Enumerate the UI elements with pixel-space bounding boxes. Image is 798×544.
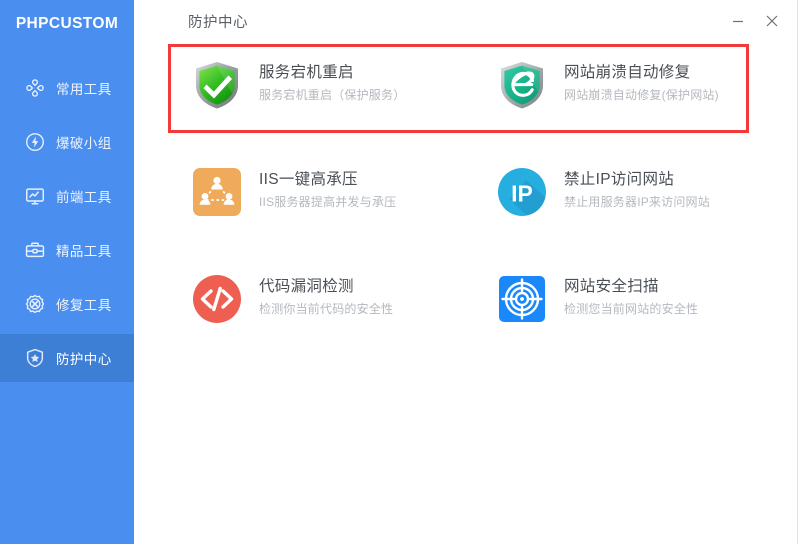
- tool-title: 禁止IP访问网站: [564, 171, 675, 188]
- tool-title: IIS一键高承压: [259, 171, 358, 188]
- tool-subtitle: 网站崩溃自动修复(保护网站): [564, 88, 719, 102]
- tool-tile-website-security-scan[interactable]: 网站安全扫描 检测您当前网站的安全性: [496, 269, 797, 376]
- sidebar-item-label: 精品工具: [56, 244, 112, 259]
- app-brand-logo: PHPCUSTOM: [15, 15, 119, 32]
- close-icon: [764, 13, 780, 29]
- sidebar-item-label: 前端工具: [56, 190, 112, 205]
- main-panel: 防护中心 服务宕机重启 服务宕机重启（保护服务） 网站崩溃自动修复 网站崩溃自动…: [134, 0, 797, 544]
- orange-users-network-icon: [191, 166, 243, 218]
- tools-grid-area: 服务宕机重启 服务宕机重启（保护服务） 网站崩溃自动修复 网站崩溃自动修复(保护…: [134, 42, 797, 376]
- sidebar-item-label: 修复工具: [56, 298, 112, 313]
- sidebar-item-premium-tools[interactable]: 精品工具: [0, 226, 134, 274]
- gear-repair-icon: [24, 293, 46, 315]
- tool-tile-text: 网站崩溃自动修复 网站崩溃自动修复(保护网站): [564, 59, 719, 104]
- tool-tile-text: 禁止IP访问网站 禁止用服务器IP来访问网站: [564, 166, 710, 211]
- tool-subtitle: 禁止用服务器IP来访问网站: [564, 195, 710, 209]
- shield-star-icon: [24, 347, 46, 369]
- tool-subtitle: 检测你当前代码的安全性: [259, 302, 394, 316]
- sidebar-item-label: 常用工具: [56, 82, 112, 97]
- teal-shield-ie-icon: [496, 59, 548, 111]
- sidebar-item-frontend-tools[interactable]: 前端工具: [0, 172, 134, 220]
- monitor-chart-icon: [24, 185, 46, 207]
- tool-title: 网站安全扫描: [564, 278, 659, 295]
- red-code-circle-icon: [191, 273, 243, 325]
- sidebar-item-protection-center[interactable]: 防护中心: [0, 334, 134, 382]
- tool-tile-text: IIS一键高承压 IIS服务器提高并发与承压: [259, 166, 396, 211]
- puzzle-tools-icon: [24, 77, 46, 99]
- close-button[interactable]: [757, 6, 787, 36]
- tool-tile-text: 网站安全扫描 检测您当前网站的安全性: [564, 273, 698, 318]
- tool-tile-text: 代码漏洞检测 检测你当前代码的安全性: [259, 273, 393, 318]
- sidebar-item-label: 防护中心: [56, 352, 112, 367]
- tool-tile-site-crash-autofix[interactable]: 网站崩溃自动修复 网站崩溃自动修复(保护网站): [496, 55, 797, 162]
- sidebar: PHPCUSTOM 常用工具 爆破小组 前端工具 精品工具 修复工具 防护中心: [0, 0, 134, 544]
- tool-title: 网站崩溃自动修复: [564, 64, 691, 81]
- tool-title: 服务宕机重启: [259, 64, 354, 81]
- tool-subtitle: 服务宕机重启（保护服务）: [259, 88, 406, 102]
- tool-tile-block-ip-access[interactable]: IP 禁止IP访问网站 禁止用服务器IP来访问网站: [496, 162, 797, 269]
- lightning-bolt-icon: [24, 131, 46, 153]
- tool-tile-service-restart[interactable]: 服务宕机重启 服务宕机重启（保护服务）: [191, 55, 496, 162]
- tool-tile-text: 服务宕机重启 服务宕机重启（保护服务）: [259, 59, 405, 104]
- sidebar-item-repair-tools[interactable]: 修复工具: [0, 280, 134, 328]
- blue-radar-target-icon: [496, 273, 548, 325]
- blue-ip-circle-icon: IP: [496, 166, 548, 218]
- svg-text:IP: IP: [511, 181, 533, 207]
- window-controls: [723, 0, 787, 42]
- application-window: PHPCUSTOM 常用工具 爆破小组 前端工具 精品工具 修复工具 防护中心 …: [0, 0, 798, 544]
- sidebar-item-common-tools[interactable]: 常用工具: [0, 64, 134, 112]
- titlebar: 防护中心: [134, 0, 797, 42]
- page-title: 防护中心: [188, 14, 248, 31]
- tool-tile-iis-high-load[interactable]: IIS一键高承压 IIS服务器提高并发与承压: [191, 162, 496, 269]
- green-shield-check-icon: [191, 59, 243, 111]
- tool-tile-code-vulnerability-scan[interactable]: 代码漏洞检测 检测你当前代码的安全性: [191, 269, 496, 376]
- sidebar-item-crack-team[interactable]: 爆破小组: [0, 118, 134, 166]
- tool-subtitle: IIS服务器提高并发与承压: [259, 195, 397, 209]
- tools-grid: 服务宕机重启 服务宕机重启（保护服务） 网站崩溃自动修复 网站崩溃自动修复(保护…: [134, 42, 797, 376]
- tool-subtitle: 检测您当前网站的安全性: [564, 302, 699, 316]
- toolbox-icon: [24, 239, 46, 261]
- minimize-button[interactable]: [723, 6, 753, 36]
- sidebar-nav: 常用工具 爆破小组 前端工具 精品工具 修复工具 防护中心: [0, 64, 134, 382]
- minimize-icon: [731, 14, 745, 28]
- sidebar-item-label: 爆破小组: [56, 136, 112, 151]
- tool-title: 代码漏洞检测: [259, 278, 354, 295]
